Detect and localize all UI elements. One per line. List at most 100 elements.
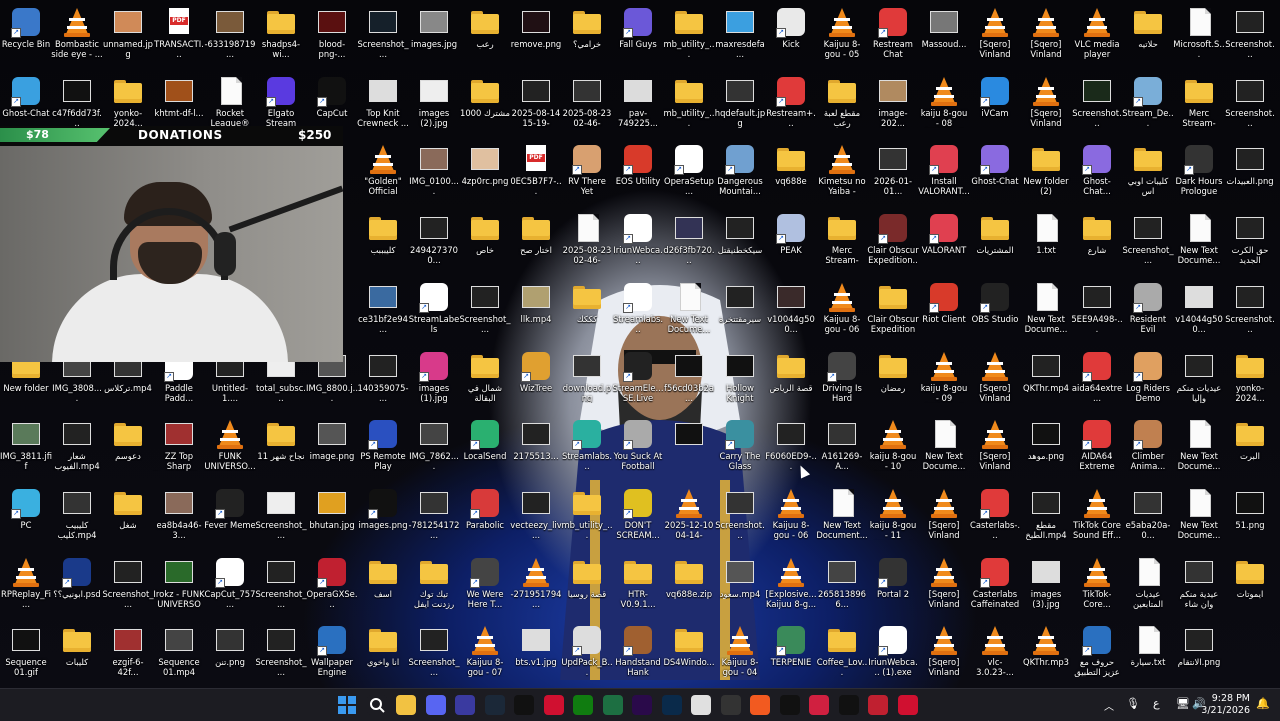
desktop-icon-microsoft-s[interactable]: Microsoft.S... <box>1173 2 1225 70</box>
desktop-icon-bhutan-jpg[interactable]: bhutan.jpg <box>306 483 358 551</box>
desktop-icon-item[interactable]: عيدية منكم وان شاء <box>1173 552 1225 620</box>
desktop-icon-you-suck-at-football[interactable]: ↗ You Suck At Football <box>612 414 664 482</box>
desktop-icon-valorant[interactable]: ↗ VALORANT <box>918 208 970 276</box>
desktop-icon-resident-evil-requiem[interactable]: ↗Resident Evil Requiem <box>1122 277 1174 345</box>
desktop-icon-item[interactable]: خرامي؟ <box>561 2 613 70</box>
desktop-icon-txt[interactable]: سيارة.txt <box>1122 620 1174 688</box>
desktop-icon-unnamed-jpg[interactable]: unnamed.jpg <box>102 2 154 70</box>
desktop-icon-screenshot[interactable]: Screenshot... <box>1071 71 1123 139</box>
taskbar-opera-gx-icon[interactable] <box>543 695 564 715</box>
desktop-icon-screenshot[interactable]: Screenshot_... <box>459 277 511 345</box>
microphone-icon[interactable]: 🎙 <box>1126 697 1140 710</box>
taskbar-start-icon[interactable] <box>337 695 357 715</box>
taskbar-capcut2-icon[interactable] <box>779 695 800 715</box>
desktop-icon-screenshot[interactable]: Screenshot_... <box>357 2 409 70</box>
desktop-icon-shadps4-wi[interactable]: shadps4-wi... <box>255 2 307 70</box>
desktop-icon-5ee9a498[interactable]: 5EE9A498-... <box>1071 277 1123 345</box>
desktop-icon-item[interactable]: رعب <box>459 2 511 70</box>
desktop-icon-sqero-vinland-sa[interactable]: [Sqero] Vinland Sa... <box>969 2 1021 70</box>
desktop-icon-images-2-jpg[interactable]: images (2).jpg <box>408 71 460 139</box>
desktop-icon-screenshot[interactable]: Screenshot_... <box>1122 208 1174 276</box>
desktop-icon-kaiju-8-gou-11-4k-mp4[interactable]: kaiju 8-gou - 11 (4K).mp4 <box>867 483 919 551</box>
desktop-icon-install-valorant[interactable]: ↗ Install VALORANT... <box>918 139 970 207</box>
taskbar-opera-icon[interactable] <box>897 695 918 715</box>
desktop-icon-vlc-3-0-23[interactable]: vlc-3.0.23-... <box>969 620 1021 688</box>
desktop-icon-obs-studio[interactable]: ↗ OBS Studio <box>969 277 1021 345</box>
desktop-icon-riot-client[interactable]: ↗ Riot Client <box>918 277 970 345</box>
desktop-icon-png[interactable]: العبيدات.png <box>1224 139 1276 207</box>
desktop-icon-qkthr-mp3[interactable]: QKThr.mp3 <box>1020 620 1072 688</box>
desktop-icon-item[interactable]: البرت <box>1224 414 1276 482</box>
desktop-icon-new-text-docume[interactable]: New Text Docume... <box>1173 208 1225 276</box>
desktop-icon-2025-12-10-04-14-57-mkv[interactable]: 2025-12-10 04-14-57.mkv <box>663 483 715 551</box>
desktop-icon-v10044g500[interactable]: v10044g500... <box>765 277 817 345</box>
desktop-icon-streamlabs[interactable]: ↗ Streamlabs... <box>561 414 613 482</box>
desktop-icon-merc-stream-202[interactable]: Merc Stream-202... <box>816 208 868 276</box>
desktop-icon-dark-hours-prologue[interactable]: ↗ Dark Hours Prologue <box>1173 139 1225 207</box>
desktop-icon-golden-official-lyri[interactable]: "Golden" Official Lyri... <box>357 139 409 207</box>
desktop-icon-yonko-2024[interactable]: yonko-2024... <box>1224 346 1276 414</box>
desktop-icon-screenshot[interactable]: Screenshot... <box>714 483 766 551</box>
taskbar-clipchamp-icon[interactable] <box>809 695 829 715</box>
desktop-icon-ce31bf2e94[interactable]: ce31bf2e94... <box>357 277 409 345</box>
desktop-icon-merc-stream-202[interactable]: Merc Stream-202... <box>1173 71 1225 139</box>
desktop-icon-aida64extre[interactable]: ↗ aida64extre... <box>1071 346 1123 414</box>
desktop-icon-vq688e-zip[interactable]: vq688e.zip <box>663 552 715 620</box>
desktop-icon-rpreplay-fi[interactable]: RPReplay_Fi... <box>0 552 52 620</box>
desktop-icon-stream-de[interactable]: ↗ Stream_De... <box>1122 71 1174 139</box>
desktop-icon-item[interactable]: عيديات منكم وإليا <box>1173 346 1225 414</box>
desktop-icon-item[interactable]: ايموتات <box>1224 552 1276 620</box>
desktop-icon-2025-08-23-02-46-58-00[interactable]: 2025-08-23 02-46-58.00... <box>561 208 613 276</box>
notification-bell-icon[interactable]: 🔔 <box>1256 697 1270 710</box>
taskbar-chrome-icon[interactable] <box>691 695 711 715</box>
desktop-icon-sequence-01-gif[interactable]: Sequence 01.gif <box>0 620 52 688</box>
desktop-icon-iriunwebca[interactable]: ↗ IriunWebca... <box>612 208 664 276</box>
desktop-icon-new-text-document[interactable]: New Text Document... <box>816 483 868 551</box>
desktop-icon-kaijuu-8-gou-06-4k-1[interactable]: Kaijuu 8-gou - 06 (4K) (1... <box>765 483 817 551</box>
desktop-icon-kaijuu-8-gou-05-4k-mp4[interactable]: Kaijuu 8-gou - 05 (4K).mp4 <box>816 2 868 70</box>
taskbar-discord-icon[interactable] <box>425 695 446 715</box>
desktop-icon-zz-top-sharp-dressed-m[interactable]: ZZ Top Sharp Dressed M... <box>153 414 205 482</box>
taskbar-photoshop-icon[interactable] <box>661 695 682 715</box>
taskbar-search-icon[interactable] <box>366 695 387 715</box>
desktop-icon-item[interactable]: حق الكرت الجديد <box>1224 208 1276 276</box>
desktop-icon-item[interactable]: اسف <box>357 552 409 620</box>
desktop-icon-updpack-b[interactable]: ↗ UpdPack_B... <box>561 620 613 688</box>
desktop-icon-peak[interactable]: ↗ PEAK <box>765 208 817 276</box>
desktop-icon-item[interactable]: شمال في البقالة <box>459 346 511 414</box>
desktop-icon-screenshot[interactable]: Screenshot_... <box>255 552 307 620</box>
desktop-icon-dangerous-mountai[interactable]: ↗ Dangerous Mountai... <box>714 139 766 207</box>
desktop-icon-llk-mp4[interactable]: llk.mp4 <box>510 277 562 345</box>
desktop-icon-271951794[interactable]: -271951794... <box>510 552 562 620</box>
desktop-icon-new-text-docume[interactable]: New Text Docume... <box>1020 277 1072 345</box>
desktop-icon-sqero-vinland-sa[interactable]: [Sqero] Vinland Sa... <box>969 414 1021 482</box>
desktop-icon-casterlabs[interactable]: ↗ Casterlabs-... <box>969 483 1021 551</box>
desktop-icon-item[interactable]: قصة روسيا <box>561 552 613 620</box>
desktop-icon-funk-universo[interactable]: FUNK UNIVERSO... <box>204 414 256 482</box>
desktop-icon-screenshot[interactable]: Screenshot... <box>1224 71 1276 139</box>
desktop-icon-iriunwebca-1-exe[interactable]: ↗ IriunWebca... (1).exe <box>867 620 919 688</box>
desktop-icon-item[interactable]: سيرمقتتخرة <box>714 277 766 345</box>
desktop-icon-item[interactable]: كليبات <box>51 620 103 688</box>
desktop-icon-2658138966[interactable]: 2658138966... <box>816 552 868 620</box>
desktop-icon-png[interactable]: الانتقام.png <box>1173 620 1225 688</box>
desktop-icon-streamlabels[interactable]: ↗ StreamLabels <box>408 277 460 345</box>
desktop-icon-fall-guys[interactable]: ↗ Fall Guys <box>612 2 664 70</box>
desktop-icon-kaiju-8-gou-10-4k-mp4[interactable]: kaiju 8-gou - 10 (4K).mp4 <box>867 414 919 482</box>
desktop-icon-screenshot[interactable]: Screenshot_... <box>408 620 460 688</box>
desktop-icon-images-png[interactable]: ↗ images.png <box>357 483 409 551</box>
desktop-icon-kimetsu-no-yaiba-mov[interactable]: Kimetsu no Yaiba - Mov... <box>816 139 868 207</box>
desktop-icon-png[interactable]: تنن.png <box>204 620 256 688</box>
desktop-icon-item[interactable]: كككك <box>561 277 613 345</box>
desktop-icon-streamlabs[interactable]: ↗ Streamlabs... <box>612 277 664 345</box>
desktop-icon-aida64-extreme[interactable]: ↗ AIDA64 Extreme <box>1071 414 1123 482</box>
desktop-icon-633198719[interactable]: -633198719... <box>204 2 256 70</box>
desktop-icon-sqero-vinland-sa[interactable]: [Sqero] Vinland Sa... <box>918 483 970 551</box>
desktop-icon-0ec5b7f7[interactable]: PDF 0EC5B7F7-... <box>510 139 562 207</box>
desktop-icon-blood-png[interactable]: blood-png-... <box>306 2 358 70</box>
desktop-icon-kaijuu-8-gou-06-4k-mp4[interactable]: Kaijuu 8-gou - 06 (4K).mp4 <box>816 277 868 345</box>
desktop-icon-e5aba20a-0[interactable]: e5aba20a-0... <box>1122 483 1174 551</box>
desktop-icon-screenshot[interactable]: Screenshot_... <box>255 483 307 551</box>
desktop-icon-4zp0rc-png[interactable]: 4zp0rc.png <box>459 139 511 207</box>
desktop-icon-781254172[interactable]: -781254172... <box>408 483 460 551</box>
